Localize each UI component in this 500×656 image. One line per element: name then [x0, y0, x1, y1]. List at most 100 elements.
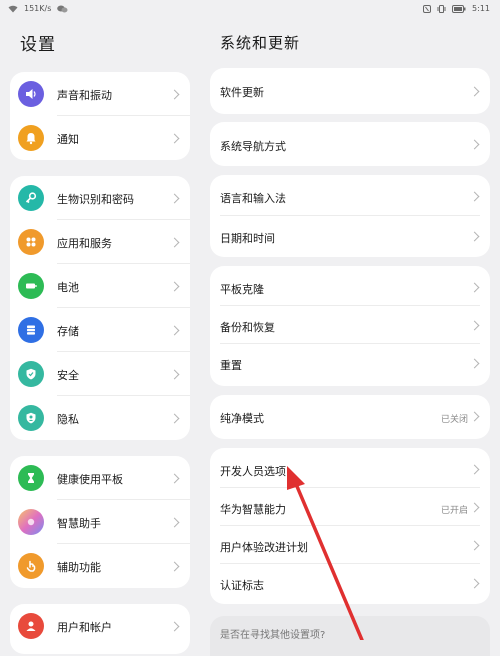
item-user-experience[interactable]: 用户体验改进计划: [210, 526, 490, 564]
item-label: 纯净模式: [220, 412, 264, 425]
settings-group-update: 软件更新: [210, 68, 490, 114]
settings-group-language-time: 语言和输入法 日期和时间: [210, 175, 490, 257]
settings-group-pure-mode: 纯净模式 已关闭: [210, 395, 490, 439]
item-reset[interactable]: 重置: [210, 344, 490, 386]
settings-group-accounts: 用户和帐户: [10, 604, 190, 654]
item-label: 认证标志: [220, 579, 264, 592]
chevron-right-icon: [169, 621, 180, 632]
chevron-right-icon: [469, 464, 480, 475]
chat-icon: [57, 5, 68, 13]
chevron-right-icon: [469, 191, 480, 202]
sidebar-item-security[interactable]: 安全: [10, 352, 190, 396]
sidebar-item-label: 声音和振动: [57, 89, 112, 102]
sidebar-item-label: 电池: [57, 281, 79, 294]
item-developer-options[interactable]: 开发人员选项: [210, 448, 490, 488]
item-label: 华为智慧能力: [220, 503, 286, 516]
chevron-right-icon: [469, 231, 480, 242]
settings-group-navigation: 系统导航方式: [210, 122, 490, 166]
nfc-icon: [423, 4, 432, 13]
speaker-icon: [18, 81, 44, 107]
sidebar-item-storage[interactable]: 存储: [10, 308, 190, 352]
battery-icon: [18, 273, 44, 299]
item-tablet-clone[interactable]: 平板克隆: [210, 266, 490, 306]
item-label: 软件更新: [220, 86, 264, 99]
sidebar-item-label: 辅助功能: [57, 561, 101, 574]
sidebar-item-biometrics[interactable]: 生物识别和密码: [10, 176, 190, 220]
item-backup-restore[interactable]: 备份和恢复: [210, 306, 490, 344]
chevron-right-icon: [169, 473, 180, 484]
chevron-right-icon: [469, 540, 480, 551]
user-icon: [18, 613, 44, 639]
settings-group-developer: 开发人员选项 华为智慧能力 已开启 用户体验改进计划 认证标志: [210, 448, 490, 604]
item-date-time[interactable]: 日期和时间: [210, 216, 490, 257]
chevron-right-icon: [469, 502, 480, 513]
item-label: 重置: [220, 359, 242, 372]
settings-group-assist: 健康使用平板 智慧助手 辅助功能: [10, 456, 190, 588]
shield-icon: [18, 361, 44, 387]
sidebar-item-label: 存储: [57, 325, 79, 338]
search-hint-card[interactable]: 是否在寻找其他设置项?: [210, 616, 490, 656]
item-label: 系统导航方式: [220, 140, 286, 153]
chevron-right-icon: [169, 281, 180, 292]
hand-icon: [18, 553, 44, 579]
chevron-right-icon: [169, 325, 180, 336]
sidebar-item-notifications[interactable]: 通知: [10, 116, 190, 160]
settings-group-backup: 平板克隆 备份和恢复 重置: [210, 266, 490, 386]
item-pure-mode[interactable]: 纯净模式 已关闭: [210, 395, 490, 439]
sidebar-item-privacy[interactable]: 隐私: [10, 396, 190, 440]
chevron-right-icon: [469, 358, 480, 369]
assistant-icon: [18, 509, 44, 535]
clock: 5:11: [472, 4, 490, 13]
chevron-right-icon: [169, 369, 180, 380]
chevron-right-icon: [469, 411, 480, 422]
sidebar-item-sound[interactable]: 声音和振动: [10, 72, 190, 116]
chevron-right-icon: [169, 89, 180, 100]
sidebar-item-smart-assistant[interactable]: 智慧助手: [10, 500, 190, 544]
item-label: 日期和时间: [220, 232, 275, 245]
hourglass-icon: [18, 465, 44, 491]
sidebar-item-apps[interactable]: 应用和服务: [10, 220, 190, 264]
sidebar-item-users-accounts[interactable]: 用户和帐户: [10, 604, 190, 648]
sidebar-item-label: 安全: [57, 369, 79, 382]
battery-status-icon: [452, 4, 466, 13]
status-bar: 151K/s 5:11: [0, 0, 500, 18]
item-label: 备份和恢复: [220, 321, 275, 334]
sidebar-item-label: 通知: [57, 133, 79, 146]
status-value: 已关闭: [440, 415, 468, 425]
chevron-right-icon: [169, 413, 180, 424]
sidebar-item-accessibility[interactable]: 辅助功能: [10, 544, 190, 588]
settings-group-sound-notify: 声音和振动 通知: [10, 72, 190, 160]
sidebar-item-label: 智慧助手: [57, 517, 101, 530]
chevron-right-icon: [469, 282, 480, 293]
sidebar-item-label: 生物识别和密码: [57, 193, 134, 206]
item-huawei-ai[interactable]: 华为智慧能力 已开启: [210, 488, 490, 526]
search-hint-text: 是否在寻找其他设置项?: [220, 630, 326, 641]
detail-title: 系统和更新: [220, 34, 301, 52]
sidebar-item-battery[interactable]: 电池: [10, 264, 190, 308]
sidebar-item-label: 应用和服务: [57, 237, 112, 250]
storage-icon: [18, 317, 44, 343]
item-language-input[interactable]: 语言和输入法: [210, 175, 490, 216]
chevron-right-icon: [469, 320, 480, 331]
item-certification[interactable]: 认证标志: [210, 564, 490, 604]
item-system-navigation[interactable]: 系统导航方式: [210, 122, 490, 166]
key-icon: [18, 185, 44, 211]
page-title: 设置: [20, 35, 56, 55]
apps-grid-icon: [18, 229, 44, 255]
sidebar-item-label: 用户和帐户: [57, 621, 112, 634]
chevron-right-icon: [169, 517, 180, 528]
item-label: 开发人员选项: [220, 465, 286, 478]
status-value: 已开启: [440, 506, 468, 516]
network-speed: 151K/s: [24, 4, 52, 13]
item-software-update[interactable]: 软件更新: [210, 68, 490, 114]
bell-icon: [18, 125, 44, 151]
item-label: 语言和输入法: [220, 192, 286, 205]
sidebar-item-digital-balance[interactable]: 健康使用平板: [10, 456, 190, 500]
settings-group-system: 生物识别和密码 应用和服务 电池 存储 安全 隐私: [10, 176, 190, 440]
chevron-right-icon: [169, 193, 180, 204]
sidebar-item-label: 隐私: [57, 413, 79, 426]
sidebar-item-label: 健康使用平板: [57, 473, 123, 486]
chevron-right-icon: [469, 578, 480, 589]
chevron-right-icon: [169, 237, 180, 248]
vibrate-icon: [437, 4, 446, 13]
